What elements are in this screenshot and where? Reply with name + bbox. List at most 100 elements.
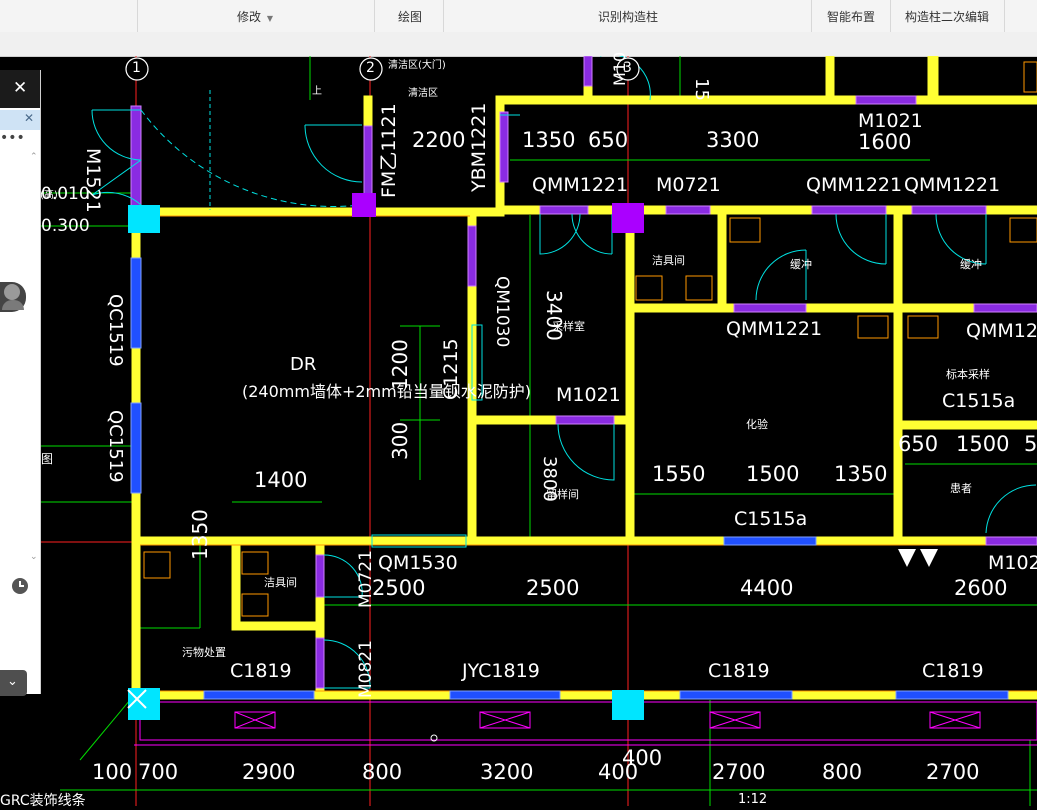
options-bar: [0, 32, 1037, 57]
side-fragment: 0.300: [41, 216, 90, 236]
side-fragment: 0.010: [41, 184, 90, 204]
ribbon-separator: [137, 0, 138, 32]
columns: [127, 193, 938, 742]
side-fragment: 图: [41, 452, 54, 466]
dimension-label: 1500: [956, 432, 1010, 456]
room-label-janitor-2: 洁具间: [264, 576, 297, 589]
dimension-label: 3200: [480, 760, 534, 784]
ribbon-smart-label: 智能布置: [826, 10, 875, 24]
room-label-buffer-1: 缓冲: [790, 258, 812, 271]
dimension-label: 2700: [712, 760, 766, 784]
close-small-icon[interactable]: ✕: [24, 111, 34, 125]
room-label-buffer-2: 缓冲: [960, 258, 982, 271]
door-label: QMM1221: [806, 174, 903, 196]
dimension-label: 800: [362, 760, 403, 784]
door-label: QMM1221: [532, 174, 629, 196]
dimension-label: 650: [898, 432, 939, 456]
grid-bubbles: [125, 57, 640, 81]
grid-label-1: 1: [132, 60, 141, 76]
door-label: C1215: [440, 338, 462, 400]
side-dropdown-button[interactable]: ⌄: [0, 670, 27, 696]
room-label-sampling: 标本采样: [946, 368, 990, 381]
door-label: M1021: [858, 110, 923, 132]
clock-icon[interactable]: [10, 576, 30, 596]
ribbon-group-modify[interactable]: 修改 ▼: [200, 0, 310, 32]
room-label-dr: DR: [290, 354, 317, 375]
door-label: QM1030: [492, 276, 512, 348]
window-label: JYC1819: [462, 660, 540, 682]
ribbon-group-column-edit[interactable]: 构造柱二次编辑: [891, 0, 1003, 32]
door-label: M0721: [656, 174, 721, 196]
window-label: C1819: [922, 660, 984, 682]
room-label-lab: 化验: [746, 418, 768, 431]
dimension-label: 2500: [372, 576, 426, 600]
window-label: C1819: [708, 660, 770, 682]
chevron-down-icon: ⌄: [7, 674, 18, 689]
dimension-label: 1600: [858, 130, 912, 154]
door-label: M10: [610, 51, 629, 86]
door-label: M0821: [356, 640, 376, 698]
dimension-label: 650: [588, 128, 629, 152]
dimension-label: 400: [622, 746, 663, 770]
ribbon-toolbar: 修改 ▼ 绘图 识别构造柱 智能布置 构造柱二次编辑: [0, 0, 1037, 33]
collapse-up-icon[interactable]: ⌃: [30, 152, 38, 162]
dimension-label: 1350: [834, 462, 888, 486]
dimension-label: 1200: [388, 339, 412, 390]
close-icon: ✕: [13, 78, 28, 98]
more-dots-icon[interactable]: •••: [0, 130, 25, 146]
grid-label-2: 2: [366, 60, 375, 76]
ribbon-group-identify-column[interactable]: 识别构造柱: [444, 0, 812, 32]
window-label: C1819: [230, 660, 292, 682]
dimension-label: 5: [1024, 432, 1037, 456]
dimension-label: 1350: [522, 128, 576, 152]
door-label: QM1530: [378, 552, 458, 574]
cad-drawing-canvas[interactable]: 1 2 3 DR (240mm墙体+2mm铅当量钡水泥防护) 洁具间 缓冲 缓冲…: [0, 51, 1037, 809]
door-label: YBM1221: [468, 102, 490, 192]
grc-trim-label: GRC装饰线条: [0, 793, 86, 809]
dimension-label: 3300: [706, 128, 760, 152]
dimension-label: 1550: [652, 462, 706, 486]
door-label: QMM1221: [726, 318, 823, 340]
door-label: FM乙1121: [378, 103, 400, 198]
room-label-patient: 患者: [950, 482, 972, 495]
ribbon-group-smart-layout[interactable]: 智能布置: [812, 0, 890, 32]
collapse-down-icon[interactable]: ⌄: [30, 552, 38, 562]
door-label: QMM1221: [904, 174, 1001, 196]
floor-plan-svg[interactable]: [0, 51, 1037, 806]
dimension-label: 1350: [188, 509, 212, 560]
dimension-label: 1400: [254, 468, 308, 492]
dimension-label: 800: [822, 760, 863, 784]
ribbon-identify-label: 识别构造柱: [597, 10, 658, 24]
room-label-up: 上: [312, 86, 322, 97]
window-label: QC1519: [105, 410, 126, 483]
room-label-clean-gate: 清洁区(大门): [388, 60, 446, 71]
dimension-label: 3800: [539, 456, 560, 502]
room-label-janitor: 洁具间: [652, 254, 685, 267]
dimension-label: 15: [691, 78, 712, 101]
door-label: M1021: [556, 384, 621, 406]
dimension-label: 2900: [242, 760, 296, 784]
door-label: QMM122: [966, 320, 1037, 342]
door-label: C1515a: [734, 508, 808, 530]
dimension-label: 100: [92, 760, 133, 784]
ribbon-draw-label: 绘图: [397, 10, 422, 24]
dimension-label: 700: [138, 760, 179, 784]
door-label: M102: [988, 552, 1037, 574]
dimension-label: 300: [388, 421, 412, 460]
scale-label: 1:12: [738, 792, 768, 807]
dimension-label: 2600: [954, 576, 1008, 600]
side-panel: ✕ ✕ ••• ⌃ (高) ⌄ ⌄: [0, 70, 58, 696]
ribbon-edit-label: 构造柱二次编辑: [904, 10, 989, 24]
chevron-down-icon: ▼: [266, 14, 273, 23]
ribbon-group-draw[interactable]: 绘图: [376, 0, 444, 32]
avatar-icon[interactable]: [0, 282, 26, 312]
dimension-label: 4400: [740, 576, 794, 600]
room-label-clean: 清洁区: [408, 88, 438, 99]
side-tab-bar: ✕: [0, 110, 40, 130]
dimension-label: 2700: [926, 760, 980, 784]
side-close-button[interactable]: ✕: [0, 70, 40, 108]
ribbon-modify-label: 修改: [237, 10, 262, 24]
window-label: QC1519: [105, 294, 126, 367]
dimension-label: 3400: [542, 290, 566, 341]
ribbon-separator: [374, 0, 375, 32]
